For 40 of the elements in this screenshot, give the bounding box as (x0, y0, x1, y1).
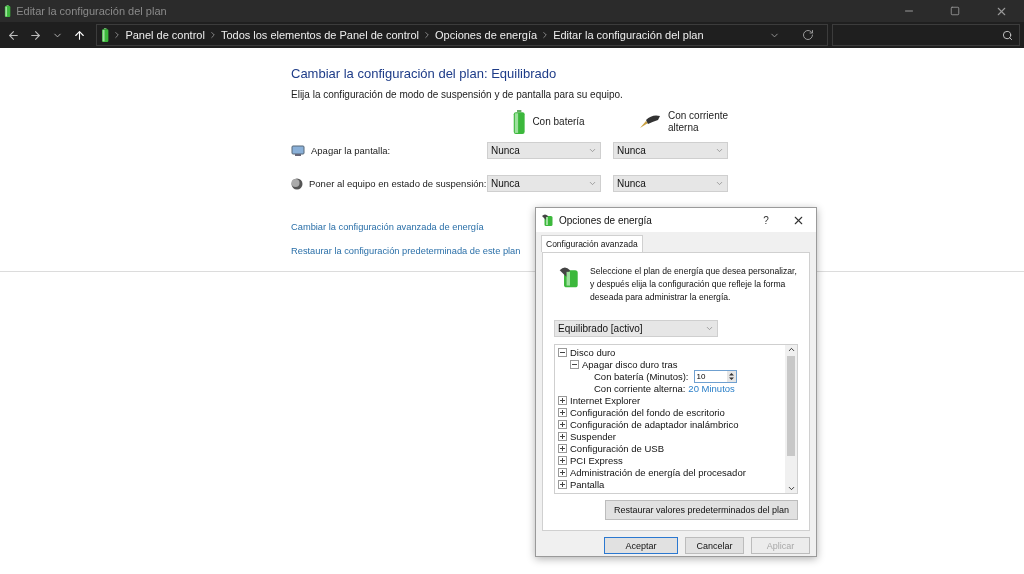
dialog-button[interactable]: Cancelar (685, 537, 744, 554)
restore-defaults-button[interactable]: Restaurar valores predeterminados del plan (604, 500, 798, 520)
tree-item[interactable]: PCI Express (570, 454, 623, 466)
breadcrumb[interactable]: Editar la configuración del plan (553, 29, 704, 41)
tree-item[interactable]: Configuración del fondo de escritorio (570, 406, 725, 418)
breadcrumb[interactable]: Opciones de energía (435, 29, 538, 41)
tab[interactable]: Configuración avanzada (541, 235, 643, 252)
setting-label: Apagar la pantalla: (311, 145, 391, 156)
tree-item[interactable]: Suspender (570, 430, 616, 442)
plan-dropdown[interactable]: Equilibrado [activo] (554, 320, 718, 337)
dialog-description: Seleccione el plan de energía que desea personalizar, y después elija la configuración que refleje la forma deseada para administrar la energía. (590, 265, 798, 304)
dropdown[interactable]: Nunca (487, 175, 601, 192)
link[interactable]: Restaurar la configuración predeterminada de este plan (291, 246, 521, 256)
dropdown[interactable]: Nunca (613, 142, 728, 159)
window-title: Editar la configuración del plan (16, 5, 168, 17)
tree-item[interactable]: Apagar disco duro tras (582, 358, 678, 370)
link[interactable]: Cambiar la configuración avanzada de energía (291, 222, 484, 232)
tree-item[interactable]: Configuración de adaptador inalámbrico (570, 418, 739, 430)
help-button[interactable]: ? (752, 214, 780, 226)
setting-label: Con corriente alterna: (594, 382, 686, 394)
page-description: Elija la configuración de modo de suspensión y de pantalla para su equipo. (291, 89, 624, 100)
column-header: Con batería (532, 116, 586, 128)
tree-item[interactable]: Pantalla (570, 478, 605, 490)
dropdown[interactable]: Nunca (487, 142, 601, 159)
breadcrumb[interactable]: Todos los elementos de Panel de control (220, 29, 419, 41)
setting-value-link[interactable]: 20 Minutos (688, 382, 735, 394)
dropdown[interactable]: Nunca (613, 175, 728, 192)
tree-item[interactable]: Disco duro (570, 346, 616, 358)
page-title: Cambiar la configuración del plan: Equilibrado (291, 66, 558, 81)
tree-item[interactable]: Configuración de USB (570, 442, 664, 454)
dialog-button[interactable]: Aceptar (604, 537, 678, 554)
breadcrumb[interactable]: Panel de control (125, 29, 205, 41)
minutes-spinbox[interactable]: 10 (693, 369, 737, 383)
dialog-title: Opciones de energía (559, 214, 653, 226)
setting-label: Poner al equipo en estado de suspensión: (309, 178, 487, 189)
setting-label: Con batería (Minutos): (594, 370, 689, 382)
column-header: Con corriente alterna (668, 110, 730, 134)
tree-item[interactable]: Administración de energía del procesador (570, 466, 746, 478)
address-bar[interactable]: Panel de control Todos los elementos de Panel de control Opciones de energía Editar la configuración del plan (96, 24, 828, 46)
tree-item[interactable]: Internet Explorer (570, 394, 641, 406)
